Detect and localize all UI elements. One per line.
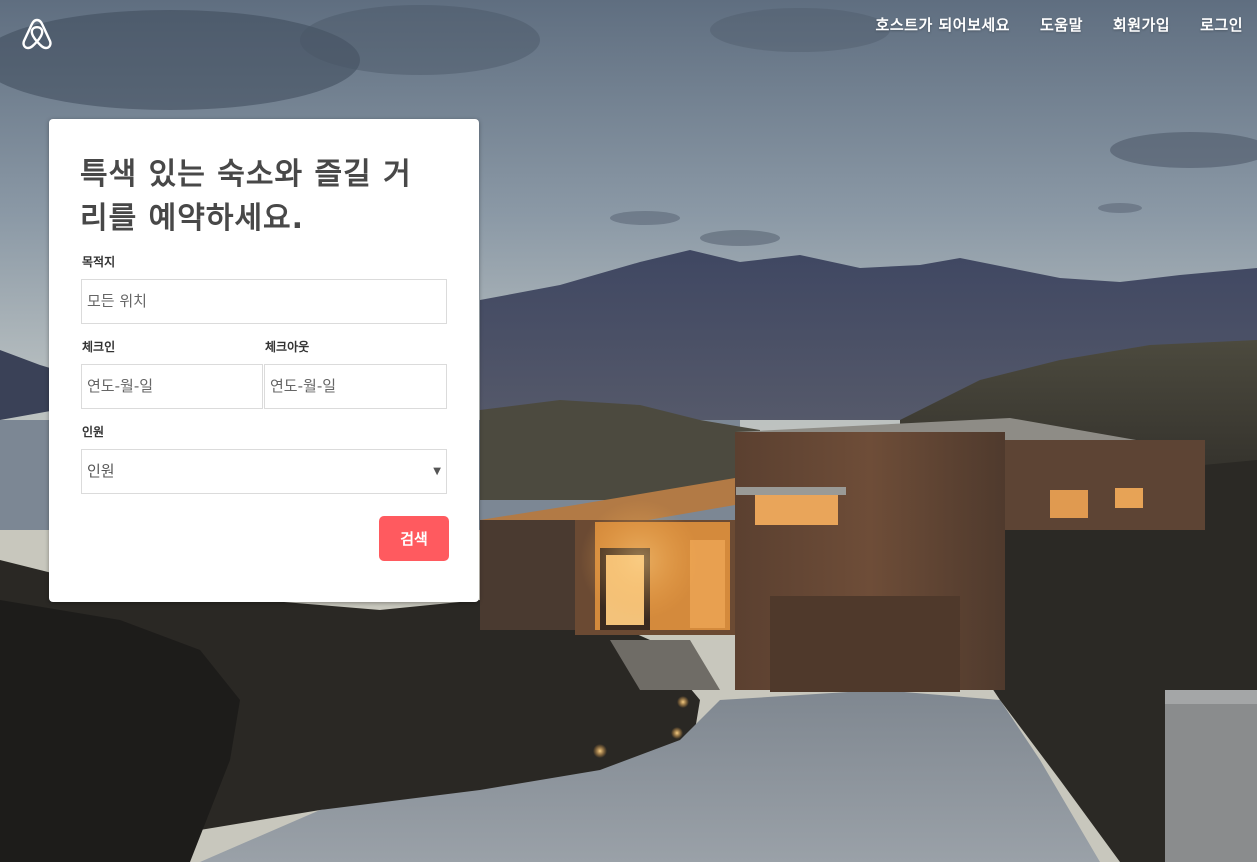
triangle-down-icon: ▼ <box>433 466 441 477</box>
search-card: 특색 있는 숙소와 즐길 거리를 예약하세요. 목적지 체크인 체크아웃 인원 … <box>49 119 479 602</box>
header-nav: 호스트가 되어보세요 도움말 회원가입 로그인 <box>876 14 1243 35</box>
top-navigation-bar: 호스트가 되어보세요 도움말 회원가입 로그인 <box>0 0 1257 50</box>
destination-field[interactable] <box>81 279 447 324</box>
search-button[interactable]: 검색 <box>379 516 449 561</box>
checkout-label: 체크아웃 <box>265 340 310 354</box>
nav-become-host-link[interactable]: 호스트가 되어보세요 <box>876 14 1010 35</box>
guests-label: 인원 <box>82 425 105 439</box>
checkin-label: 체크인 <box>82 340 116 354</box>
guests-selected-value: 인원 <box>87 462 115 480</box>
airbnb-belo-icon[interactable] <box>20 17 54 51</box>
checkout-field[interactable] <box>264 364 447 409</box>
nav-help-link[interactable]: 도움말 <box>1040 14 1083 35</box>
nav-signup-link[interactable]: 회원가입 <box>1113 14 1170 35</box>
destination-input[interactable] <box>87 280 441 322</box>
hero-section: 호스트가 되어보세요 도움말 회원가입 로그인 특색 있는 숙소와 즐길 거리를… <box>0 0 1257 862</box>
search-card-title: 특색 있는 숙소와 즐길 거리를 예약하세요. <box>80 157 412 236</box>
checkin-input[interactable] <box>87 365 257 407</box>
checkout-input[interactable] <box>270 365 441 407</box>
destination-label: 목적지 <box>82 255 116 269</box>
checkin-field[interactable] <box>81 364 263 409</box>
guests-select[interactable]: 인원 ▼ <box>81 449 447 494</box>
nav-login-link[interactable]: 로그인 <box>1200 14 1243 35</box>
